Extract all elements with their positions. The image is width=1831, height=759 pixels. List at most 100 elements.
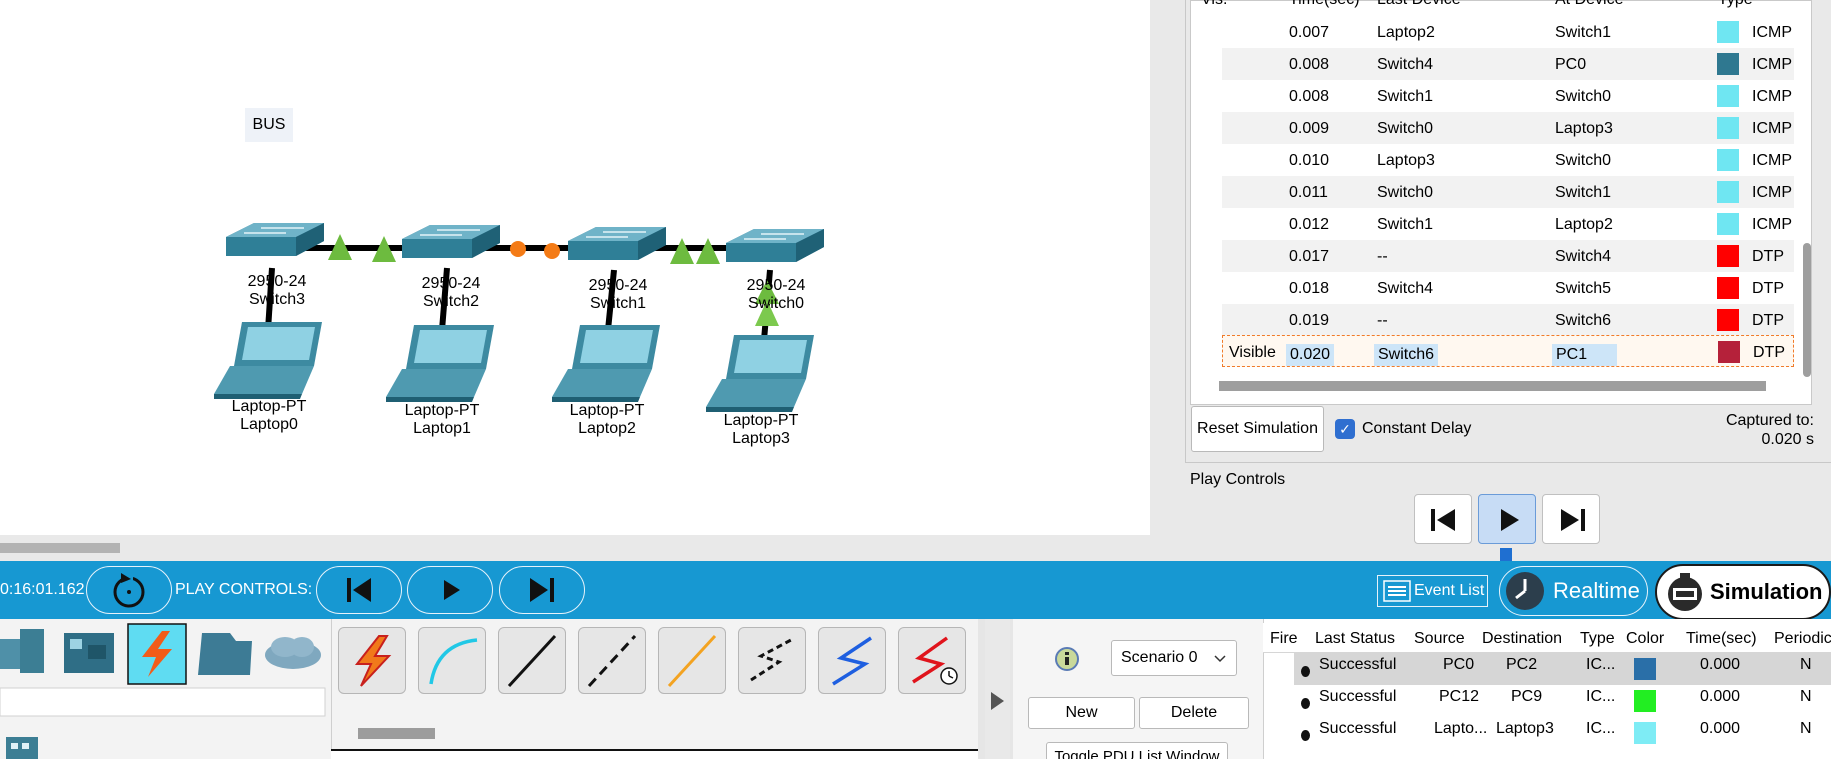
header-type[interactable]: Type [1718,0,1753,9]
console-cable-button[interactable] [418,627,486,694]
end-devices-icon[interactable] [0,629,44,673]
event-last-device: Switch1 [1377,88,1434,105]
realtime-mode-button[interactable]: Realtime [1499,566,1648,616]
clock-icon [1506,572,1544,610]
pdu-periodic: N [1800,720,1812,737]
event-color-swatch [1718,341,1740,363]
pdu-header-periodic[interactable]: Periodic [1774,630,1831,648]
pdu-row[interactable]: Successful PC0 PC2 IC... 0.000 N [1294,653,1831,685]
event-time: 0.007 [1289,24,1330,41]
serial-clock-cable-button[interactable] [898,627,966,694]
switch-icon[interactable] [402,225,500,258]
device-label: Laptop-PT Laptop0 [222,398,316,434]
event-row[interactable]: 0.018 Switch4 Switch5 DTP [1222,272,1794,304]
event-list-vscroll-thumb[interactable] [1803,243,1811,377]
event-row[interactable]: 0.010 Laptop3 Switch0 ICMP [1222,144,1794,176]
phone-cable-button[interactable] [738,627,806,694]
switch-icon[interactable] [726,229,824,262]
pdu-header-fire[interactable]: Fire [1270,630,1298,648]
fire-dot-icon[interactable] [1301,730,1310,741]
back-button[interactable] [1414,494,1472,544]
playback-progress-handle[interactable] [1500,548,1512,561]
header-vis[interactable]: Vis. [1201,0,1227,9]
event-last-device: Switch1 [1377,216,1434,233]
palette-bottom-border [331,749,978,759]
toolbar-back-button[interactable] [316,566,402,614]
event-time: 0.012 [1289,216,1330,233]
simulation-mode-button[interactable]: Simulation [1655,564,1831,620]
forward-button[interactable] [1542,494,1600,544]
constant-delay-checkbox[interactable]: ✓ [1335,419,1355,439]
event-at-device: Switch1 [1555,184,1612,201]
fire-dot-icon[interactable] [1301,666,1310,677]
toolbar-play-button[interactable] [407,566,493,614]
toolbar-forward-button[interactable] [499,566,585,614]
delete-scenario-button[interactable]: Delete [1139,697,1249,729]
pdu-row[interactable]: Successful PC12 PC9 IC... 0.000 N [1294,685,1831,717]
toggle-pdu-list-button[interactable]: Toggle PDU List Window [1046,742,1228,759]
switch-icon[interactable] [226,223,324,256]
scenario-dropdown[interactable]: Scenario 0 [1111,640,1237,676]
event-at-device: PC1 [1552,344,1618,366]
event-row[interactable]: 0.009 Switch0 Laptop3 ICMP [1222,112,1794,144]
laptop-icon[interactable] [386,325,494,402]
device-model: 2950-24 [247,273,307,290]
list-icon [1383,580,1411,602]
pdu-header-destination[interactable]: Destination [1482,630,1562,648]
palette-hscroll-thumb[interactable] [358,728,435,739]
event-time: 0.017 [1289,248,1330,265]
connections-icon[interactable] [127,623,187,685]
header-last-device[interactable]: Last Device [1377,0,1461,9]
workspace-hscroll-track[interactable] [0,535,1150,561]
fiber-cable-button[interactable] [658,627,726,694]
header-at-device[interactable]: At Device [1555,0,1623,9]
straight-through-cable-button[interactable] [498,627,566,694]
event-list-hscroll-thumb[interactable] [1219,381,1766,391]
auto-connection-button[interactable] [338,627,406,694]
event-color-swatch [1717,21,1739,43]
event-row[interactable]: 0.017 -- Switch4 DTP [1222,240,1794,272]
pdu-header-color[interactable]: Color [1626,630,1664,648]
event-type: ICMP [1752,216,1792,233]
components-icon[interactable] [64,633,114,673]
crossover-cable-button[interactable] [578,627,646,694]
device-label: 2950-24 Switch3 [247,273,307,309]
laptop-icon[interactable] [214,322,322,399]
event-row[interactable]: 0.012 Switch1 Laptop2 ICMP [1222,208,1794,240]
pdu-header-last-status[interactable]: Last Status [1315,630,1395,648]
power-cycle-button[interactable] [86,566,172,614]
subcategory-icon[interactable] [6,737,38,759]
pdu-header-source[interactable]: Source [1414,630,1465,648]
workspace-hscroll-thumb[interactable] [0,543,120,553]
reset-simulation-button[interactable]: Reset Simulation [1191,406,1324,452]
event-row[interactable]: 0.011 Switch0 Switch1 ICMP [1222,176,1794,208]
laptop-icon[interactable] [552,325,660,402]
fire-dot-icon[interactable] [1301,698,1310,709]
switch-icon[interactable] [568,227,666,260]
workspace-vscroll-track[interactable] [1150,0,1185,561]
collapse-strip[interactable] [985,619,1010,759]
play-button[interactable] [1478,494,1536,544]
event-color-swatch [1717,53,1739,75]
event-row[interactable]: 0.008 Switch4 PC0 ICMP [1222,48,1794,80]
event-list-button[interactable]: Event List [1377,575,1488,607]
cloud-icon[interactable] [265,637,321,669]
new-scenario-button[interactable]: New [1028,697,1135,729]
pdu-destination: PC2 [1506,656,1538,673]
laptop-icon[interactable] [706,335,814,412]
event-row-selected[interactable]: Visible 0.020 Switch6 PC1 DTP [1222,335,1794,367]
event-row[interactable]: 0.007 Laptop2 Switch1 ICMP [1222,16,1794,48]
folder-icon[interactable] [198,633,252,675]
skip-back-icon [1431,509,1455,531]
info-icon[interactable] [1054,646,1080,672]
event-last-device: -- [1377,312,1388,329]
coaxial-cable-button[interactable] [818,627,886,694]
event-row[interactable]: 0.008 Switch1 Switch0 ICMP [1222,80,1794,112]
device-search-field[interactable] [0,687,326,717]
header-time[interactable]: Time(sec) [1289,0,1360,9]
pdu-row[interactable]: Successful Lapto... Laptop3 IC... 0.000 … [1294,717,1831,749]
link-blocking-dot-icon [544,243,560,259]
pdu-header-time[interactable]: Time(sec) [1686,630,1757,648]
pdu-header-type[interactable]: Type [1580,630,1615,648]
event-row[interactable]: 0.019 -- Switch6 DTP [1222,304,1794,336]
